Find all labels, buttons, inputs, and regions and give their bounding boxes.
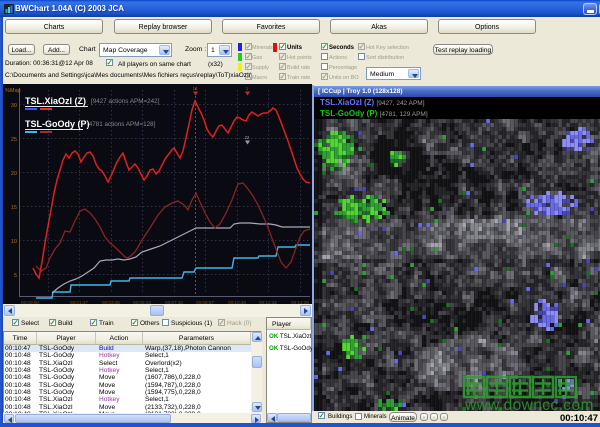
svg-text:[4781 actions APM=128]: [4781 actions APM=128] bbox=[87, 121, 156, 128]
svg-text:[9427 actions APM=242]: [9427 actions APM=242] bbox=[91, 98, 160, 105]
svg-text:25: 25 bbox=[11, 137, 17, 143]
svg-text:22: 22 bbox=[245, 135, 250, 140]
svg-text:30: 30 bbox=[11, 103, 17, 109]
svg-text:1: 1 bbox=[246, 86, 249, 91]
svg-text:20: 20 bbox=[11, 171, 17, 177]
svg-text:www.downcc.com: www.downcc.com bbox=[464, 397, 594, 411]
svg-text:13: 13 bbox=[193, 86, 198, 91]
svg-text:10: 10 bbox=[11, 239, 17, 245]
svg-text:TSL-GoOdy (P): TSL-GoOdy (P) bbox=[25, 119, 90, 129]
svg-text:5: 5 bbox=[14, 273, 17, 279]
svg-text:%Map: %Map bbox=[5, 88, 21, 94]
svg-text:15: 15 bbox=[11, 205, 17, 211]
svg-text:TSL.XiaOzI (Z): TSL.XiaOzI (Z) bbox=[25, 96, 86, 106]
